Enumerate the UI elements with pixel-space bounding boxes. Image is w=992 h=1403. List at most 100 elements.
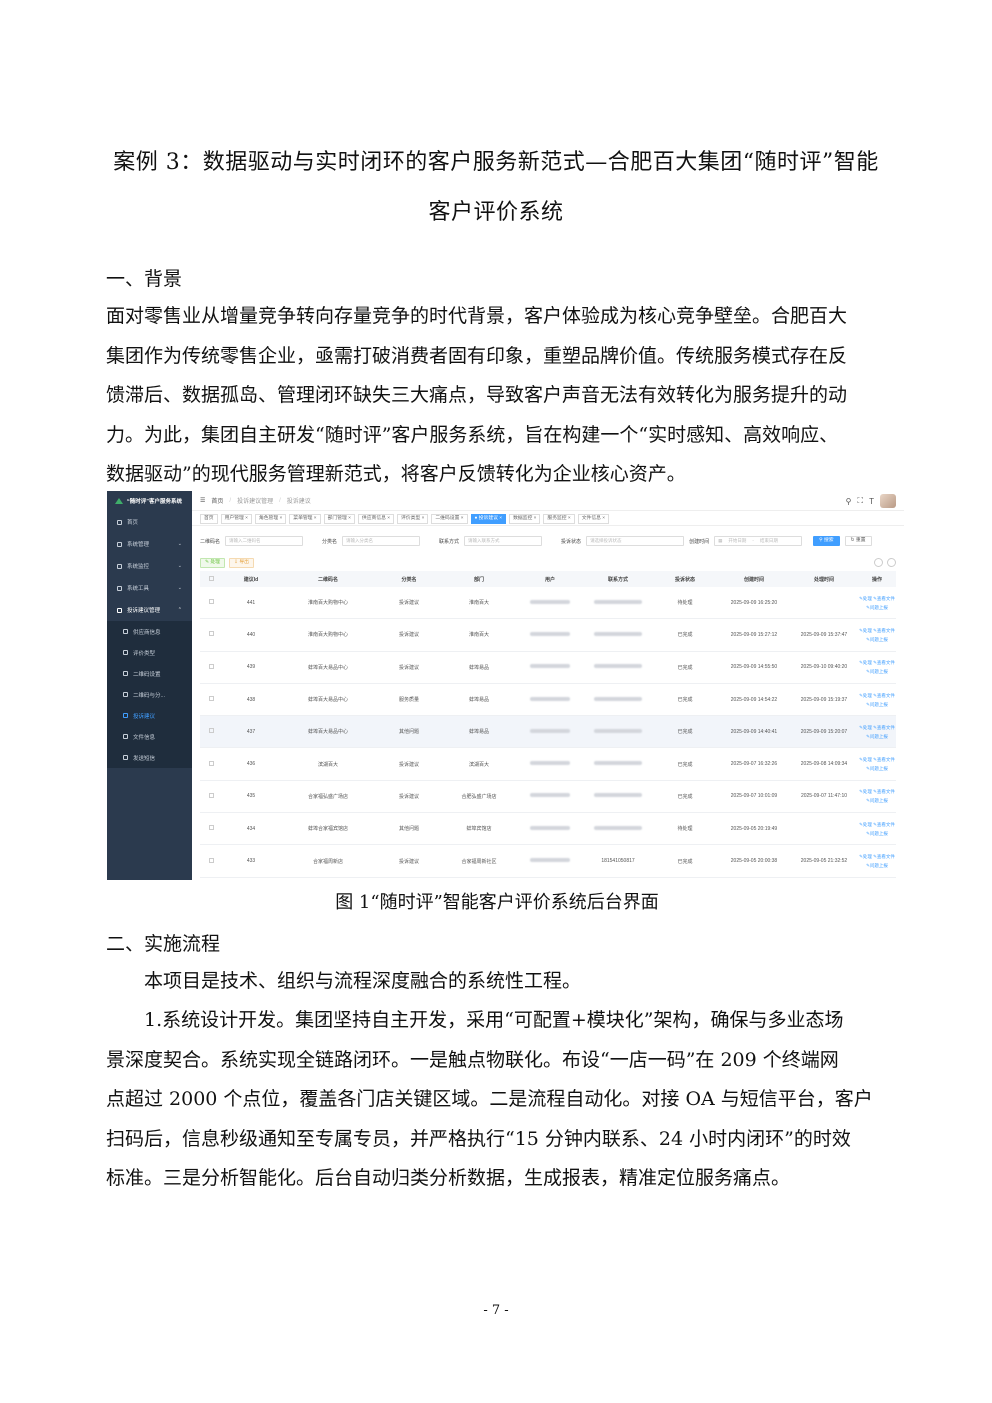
view-file-link[interactable]: 查看文件 <box>877 757 895 762</box>
process-button[interactable]: ✎ 处理 <box>200 558 225 568</box>
breadcrumb-item[interactable]: 首页 <box>211 496 223 505</box>
view-file-link[interactable]: 查看文件 <box>877 789 895 794</box>
tab-qrcode-settings[interactable]: 二维码设置 × <box>431 513 468 524</box>
sidebar-subitem-qrcode-category[interactable]: 二维码与分... <box>107 684 192 705</box>
sidebar-item-home[interactable]: 首页 <box>107 511 192 533</box>
view-file-link[interactable]: 查看文件 <box>877 596 895 601</box>
view-file-link[interactable]: 查看文件 <box>877 628 895 633</box>
section-1-paragraph: 面对零售业从增量竞争转向存量竞争的时代背景，客户体验成为核心竞争壁垒。合肥百大 … <box>106 297 888 495</box>
sidebar-subitem-files[interactable]: 文件信息 <box>107 726 192 747</box>
row-checkbox[interactable] <box>200 728 222 735</box>
sidebar-subitem-sms[interactable]: 发送短信 <box>107 747 192 768</box>
row-checkbox[interactable] <box>200 825 222 832</box>
row-checkbox[interactable] <box>200 631 222 638</box>
font-size-icon[interactable]: T <box>869 497 874 506</box>
document-title-line-2: 客户评价系统 <box>428 200 564 225</box>
report-link[interactable]: 问题上报 <box>870 669 888 674</box>
tab-rating-type[interactable]: 评价类型 × <box>397 513 429 524</box>
sidebar-item-monitor[interactable]: 系统监控 ⌄ <box>107 555 192 577</box>
reset-button[interactable]: ↻ 重置 <box>844 536 872 546</box>
tab-complaints[interactable]: ● 投诉建议 × <box>470 513 507 524</box>
row-checkbox[interactable] <box>200 599 222 606</box>
view-file-link[interactable]: 查看文件 <box>877 822 895 827</box>
status-select[interactable]: 请选择投诉状态 <box>586 536 685 546</box>
process-link[interactable]: 处理 <box>863 596 872 601</box>
refresh-icon[interactable] <box>887 558 896 567</box>
sidebar-item-complaints[interactable]: 投诉建议管理 ⌃ <box>107 599 192 621</box>
tab-users[interactable]: 用户管理 × <box>220 513 252 524</box>
process-link[interactable]: 处理 <box>863 628 872 633</box>
report-link[interactable]: 问题上报 <box>870 702 888 707</box>
search-toggle-icon[interactable] <box>874 558 883 567</box>
table-row[interactable]: 441 淮南百大购物中心 投诉建议 淮南百大 待处理 2025-09-09 16:25:2… <box>200 587 896 620</box>
table-row[interactable]: 434 蚌埠合家福宾馆店 其他问题 蚌埠宾馆店 待处理 2025-09-05 20:19:… <box>200 813 896 846</box>
table-row[interactable]: 435 合家福弘盛广场店 投诉建议 合肥弘盛广场店 已完成 2025-09-07 10:0… <box>200 781 896 814</box>
column-header: 投诉状态 <box>674 576 695 583</box>
tab-data-monitor[interactable]: 数据监控 × <box>509 513 541 524</box>
view-file-link[interactable]: 查看文件 <box>877 725 895 730</box>
row-checkbox[interactable] <box>200 663 222 671</box>
category-input[interactable]: 请输入分类名 <box>342 536 421 546</box>
report-link[interactable]: 问题上报 <box>870 863 888 868</box>
process-link[interactable]: 处理 <box>863 693 872 698</box>
report-link[interactable]: 问题上报 <box>870 831 888 836</box>
column-header: 分类名 <box>401 576 417 583</box>
report-link[interactable]: 问题上报 <box>870 734 888 739</box>
process-link[interactable]: 处理 <box>863 854 872 859</box>
view-file-link[interactable]: 查看文件 <box>877 854 895 859</box>
report-link[interactable]: 问题上报 <box>870 605 888 610</box>
tab-menus[interactable]: 菜单管理 × <box>289 513 321 524</box>
process-link[interactable]: 处理 <box>863 725 872 730</box>
tab-home[interactable]: 首页 <box>200 513 218 524</box>
tab-suppliers[interactable]: 供应商信息 × <box>357 513 395 524</box>
contact-input[interactable]: 请输入联系方式 <box>464 536 543 546</box>
sidebar-item-tools[interactable]: 系统工具 ⌄ <box>107 577 192 599</box>
table-row[interactable]: 433 合家福周新店 投诉建议 合家福周新社区 181541050817 已完成 2025-… <box>200 845 896 878</box>
view-file-link[interactable]: 查看文件 <box>877 693 895 698</box>
sidebar-subitem-qrcode-settings[interactable]: 二维码设置 <box>107 663 192 684</box>
tab-departments[interactable]: 部门管理 × <box>323 513 355 524</box>
report-link[interactable]: 问题上报 <box>870 766 888 771</box>
sidebar-item-label: 二维码设置 <box>133 671 161 678</box>
process-link[interactable]: 处理 <box>863 660 872 665</box>
table-row[interactable]: 440 淮南百大购物中心 投诉建议 淮南百大 已完成 2025-09-09 15:27:1… <box>200 619 896 652</box>
search-button[interactable]: ⚲ 搜索 <box>813 536 840 546</box>
view-file-link[interactable]: 查看文件 <box>877 660 895 665</box>
row-checkbox[interactable] <box>200 696 222 703</box>
report-link[interactable]: 问题上报 <box>870 798 888 803</box>
cell-qrcode: 淮南百大购物中心 <box>307 600 348 607</box>
process-link[interactable]: 处理 <box>863 757 872 762</box>
date-range-picker[interactable]: ▦ 开始日期 - 结束日期 <box>714 536 803 546</box>
chevron-up-icon: ⌃ <box>177 607 182 613</box>
row-checkbox[interactable] <box>200 792 222 800</box>
tab-service-monitor[interactable]: 服务监控 × <box>543 513 575 524</box>
cell-department: 淮南百大 <box>468 632 489 639</box>
sidebar-subitem-supplier[interactable]: 供应商信息 <box>107 621 192 642</box>
table-row[interactable]: 439 蚌埠百大易品中心 投诉建议 蚌埠易品 已完成 2025-09-09 14:55:5… <box>200 652 896 684</box>
qrcode-input[interactable]: 请输入二维码名 <box>225 536 304 546</box>
table-body: 441 淮南百大购物中心 投诉建议 淮南百大 待处理 2025-09-09 16:25:2… <box>200 587 896 878</box>
brand: “随时评”客户服务系统 <box>107 491 192 511</box>
search-icon[interactable]: ⚲ <box>846 497 852 506</box>
tab-files[interactable]: 文件信息 × <box>577 513 610 524</box>
hamburger-icon[interactable]: ☰ <box>200 497 205 504</box>
table-row[interactable]: 437 蚌埠百大易品中心 其他问题 蚌埠易品 已完成 2025-09-09 14:40:4… <box>200 716 896 749</box>
fullscreen-icon[interactable]: ⛶ <box>858 496 864 506</box>
row-checkbox[interactable] <box>200 857 222 865</box>
tab-roles[interactable]: 角色管理 × <box>254 513 287 524</box>
table-row[interactable]: 436 滨湖百大 投诉建议 滨湖百大 已完成 2025-09-07 16:32:26 202… <box>200 748 896 781</box>
process-link[interactable]: 处理 <box>863 822 872 827</box>
sidebar-item-system[interactable]: 系统管理 ⌄ <box>107 533 192 555</box>
export-button[interactable]: ⇩ 导出 <box>228 558 254 568</box>
cell-operations: ✎处理 ✎查看文件 ✎问题上报 <box>859 660 895 675</box>
sidebar-subitem-complaints[interactable]: 投诉建议 <box>107 705 192 726</box>
avatar[interactable] <box>880 494 896 508</box>
process-link[interactable]: 处理 <box>863 789 872 794</box>
table-row[interactable]: 438 蚌埠百大易品中心 服务质量 蚌埠易品 已完成 2025-09-09 14:54:2… <box>200 684 896 717</box>
paragraph-line: 集团作为传统零售企业，亟需打破消费者固有印象，重塑品牌价值。传统服务模式存在反 <box>106 344 848 367</box>
row-checkbox[interactable] <box>200 760 222 768</box>
select-all-checkbox[interactable] <box>200 575 222 583</box>
sidebar-subitem-rating-type[interactable]: 评价类型 <box>107 642 192 663</box>
report-link[interactable]: 问题上报 <box>870 637 888 642</box>
file-icon <box>123 734 128 739</box>
